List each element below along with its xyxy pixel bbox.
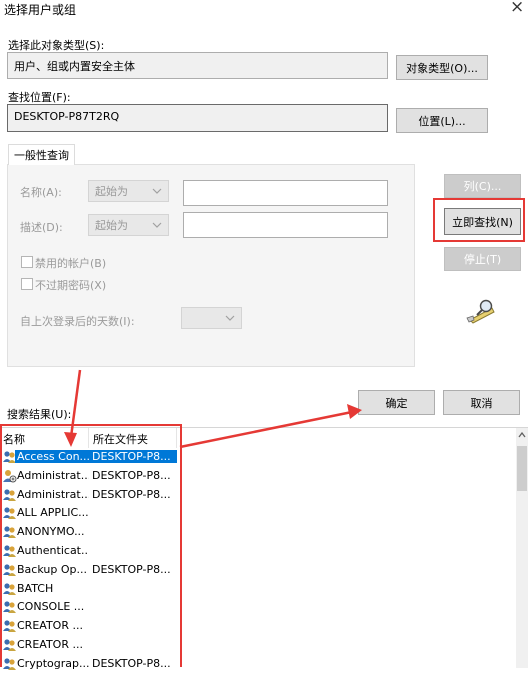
- chevron-down-icon: [152, 222, 162, 228]
- locations-button[interactable]: 位置(L)...: [396, 108, 488, 133]
- columns-button[interactable]: 列(C)...: [444, 174, 521, 198]
- no-expire-password-checkbox[interactable]: [21, 278, 33, 290]
- scroll-up-icon[interactable]: [518, 432, 526, 438]
- object-type-field: 用户、组或内置安全主体: [7, 52, 388, 79]
- days-since-login-label: 自上次登录后的天数(I):: [20, 315, 135, 328]
- search-results-label: 搜索结果(U):: [7, 408, 72, 421]
- annotation-box-search-now: [433, 198, 525, 242]
- scrollbar-thumb[interactable]: [517, 446, 527, 491]
- name-input[interactable]: [183, 180, 388, 206]
- chevron-down-icon: [152, 188, 162, 194]
- ok-button[interactable]: 确定: [358, 390, 435, 415]
- location-field: DESKTOP-P87T2RQ: [7, 104, 388, 132]
- no-expire-password-label: 不过期密码(X): [35, 279, 107, 292]
- name-mode-value: 起始为: [95, 185, 128, 198]
- stop-button[interactable]: 停止(T): [444, 247, 521, 271]
- description-label: 描述(D):: [20, 221, 63, 234]
- name-mode-select[interactable]: 起始为: [88, 180, 169, 202]
- chevron-down-icon: [225, 315, 235, 321]
- name-label: 名称(A):: [20, 186, 62, 199]
- description-input[interactable]: [183, 212, 388, 238]
- object-types-button[interactable]: 对象类型(O)...: [396, 55, 488, 80]
- description-mode-select[interactable]: 起始为: [88, 214, 169, 236]
- close-icon[interactable]: ×: [510, 0, 524, 17]
- annotation-box-results: [0, 424, 182, 667]
- days-since-login-select[interactable]: [181, 307, 242, 329]
- disabled-accounts-checkbox[interactable]: [21, 256, 33, 268]
- description-mode-value: 起始为: [95, 219, 128, 232]
- vertical-scrollbar[interactable]: [516, 428, 528, 668]
- cancel-button[interactable]: 取消: [443, 390, 520, 415]
- disabled-accounts-label: 禁用的帐户(B): [35, 257, 107, 270]
- search-people-icon: [466, 299, 495, 324]
- location-label: 查找位置(F):: [8, 91, 71, 104]
- tab-general-query[interactable]: 一般性查询: [8, 144, 75, 165]
- object-type-label: 选择此对象类型(S):: [8, 39, 105, 52]
- window-title: 选择用户或组: [4, 3, 77, 17]
